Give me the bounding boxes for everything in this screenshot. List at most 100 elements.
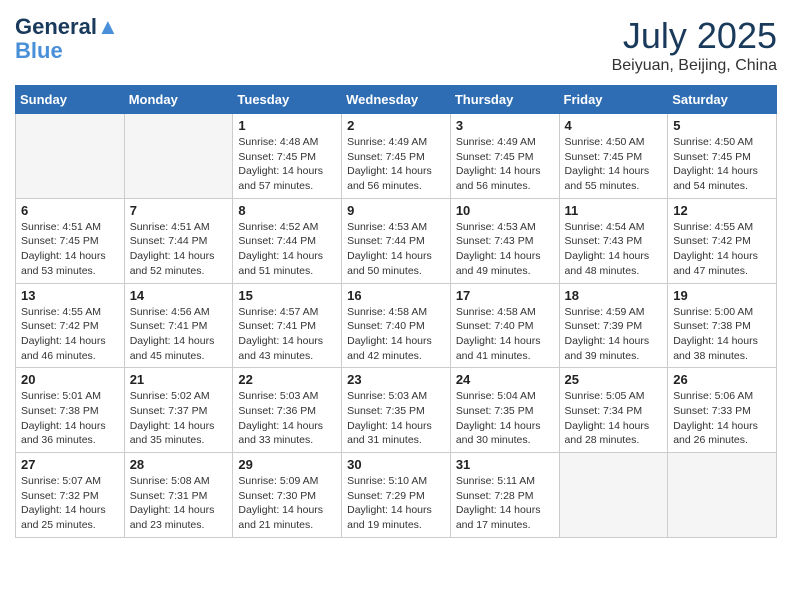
day-number: 2 <box>347 118 445 133</box>
calendar-cell: 15 Sunrise: 4:57 AMSunset: 7:41 PMDayligh… <box>233 283 342 368</box>
day-info: Sunrise: 4:51 AMSunset: 7:45 PMDaylight:… <box>21 220 119 279</box>
day-info: Sunrise: 4:53 AMSunset: 7:44 PMDaylight:… <box>347 220 445 279</box>
calendar-cell <box>16 114 125 199</box>
day-info: Sunrise: 5:11 AMSunset: 7:28 PMDaylight:… <box>456 474 554 533</box>
location-subtitle: Beiyuan, Beijing, China <box>612 57 777 75</box>
day-number: 31 <box>456 457 554 472</box>
day-info: Sunrise: 5:06 AMSunset: 7:33 PMDaylight:… <box>673 389 771 448</box>
day-number: 20 <box>21 372 119 387</box>
day-number: 25 <box>565 372 663 387</box>
page-header: General▲Blue July 2025 Beiyuan, Beijing,… <box>15 15 777 75</box>
day-number: 9 <box>347 203 445 218</box>
logo-text: General▲Blue <box>15 15 119 63</box>
day-info: Sunrise: 5:03 AMSunset: 7:35 PMDaylight:… <box>347 389 445 448</box>
day-number: 30 <box>347 457 445 472</box>
calendar-cell: 17 Sunrise: 4:58 AMSunset: 7:40 PMDayligh… <box>450 283 559 368</box>
calendar-cell: 2 Sunrise: 4:49 AMSunset: 7:45 PMDaylight… <box>342 114 451 199</box>
calendar-cell <box>668 453 777 538</box>
calendar-cell: 29 Sunrise: 5:09 AMSunset: 7:30 PMDayligh… <box>233 453 342 538</box>
day-number: 22 <box>238 372 336 387</box>
calendar-cell: 22 Sunrise: 5:03 AMSunset: 7:36 PMDayligh… <box>233 368 342 453</box>
calendar-cell: 16 Sunrise: 4:58 AMSunset: 7:40 PMDayligh… <box>342 283 451 368</box>
title-section: July 2025 Beiyuan, Beijing, China <box>612 15 777 75</box>
day-info: Sunrise: 4:51 AMSunset: 7:44 PMDaylight:… <box>130 220 228 279</box>
calendar-cell <box>559 453 668 538</box>
day-info: Sunrise: 5:10 AMSunset: 7:29 PMDaylight:… <box>347 474 445 533</box>
day-info: Sunrise: 4:53 AMSunset: 7:43 PMDaylight:… <box>456 220 554 279</box>
day-number: 1 <box>238 118 336 133</box>
day-number: 4 <box>565 118 663 133</box>
day-info: Sunrise: 4:49 AMSunset: 7:45 PMDaylight:… <box>347 135 445 194</box>
calendar-cell: 10 Sunrise: 4:53 AMSunset: 7:43 PMDayligh… <box>450 198 559 283</box>
day-number: 19 <box>673 288 771 303</box>
calendar-cell: 28 Sunrise: 5:08 AMSunset: 7:31 PMDayligh… <box>124 453 233 538</box>
day-number: 10 <box>456 203 554 218</box>
calendar-cell <box>124 114 233 199</box>
calendar-cell: 20 Sunrise: 5:01 AMSunset: 7:38 PMDayligh… <box>16 368 125 453</box>
weekday-header-row: SundayMondayTuesdayWednesdayThursdayFrid… <box>16 86 777 114</box>
day-info: Sunrise: 4:50 AMSunset: 7:45 PMDaylight:… <box>565 135 663 194</box>
day-info: Sunrise: 4:59 AMSunset: 7:39 PMDaylight:… <box>565 305 663 364</box>
day-info: Sunrise: 5:00 AMSunset: 7:38 PMDaylight:… <box>673 305 771 364</box>
calendar-cell: 27Sunrise: 5:07 AMSunset: 7:32 PMDayligh… <box>16 453 125 538</box>
day-info: Sunrise: 4:58 AMSunset: 7:40 PMDaylight:… <box>347 305 445 364</box>
calendar-week-5: 27Sunrise: 5:07 AMSunset: 7:32 PMDayligh… <box>16 453 777 538</box>
weekday-header-saturday: Saturday <box>668 86 777 114</box>
calendar-cell: 14 Sunrise: 4:56 AMSunset: 7:41 PMDayligh… <box>124 283 233 368</box>
calendar-cell: 23 Sunrise: 5:03 AMSunset: 7:35 PMDayligh… <box>342 368 451 453</box>
day-info: Sunrise: 4:50 AMSunset: 7:45 PMDaylight:… <box>673 135 771 194</box>
day-info: Sunrise: 4:55 AMSunset: 7:42 PMDaylight:… <box>21 305 119 364</box>
day-number: 28 <box>130 457 228 472</box>
day-info: Sunrise: 4:58 AMSunset: 7:40 PMDaylight:… <box>456 305 554 364</box>
calendar-cell: 31 Sunrise: 5:11 AMSunset: 7:28 PMDayligh… <box>450 453 559 538</box>
day-info: Sunrise: 5:09 AMSunset: 7:30 PMDaylight:… <box>238 474 336 533</box>
day-info: Sunrise: 4:48 AMSunset: 7:45 PMDaylight:… <box>238 135 336 194</box>
weekday-header-tuesday: Tuesday <box>233 86 342 114</box>
weekday-header-sunday: Sunday <box>16 86 125 114</box>
day-info: Sunrise: 4:55 AMSunset: 7:42 PMDaylight:… <box>673 220 771 279</box>
day-number: 23 <box>347 372 445 387</box>
calendar-cell: 6Sunrise: 4:51 AMSunset: 7:45 PMDaylight… <box>16 198 125 283</box>
calendar-cell: 13Sunrise: 4:55 AMSunset: 7:42 PMDayligh… <box>16 283 125 368</box>
day-info: Sunrise: 5:08 AMSunset: 7:31 PMDaylight:… <box>130 474 228 533</box>
calendar-cell: 12 Sunrise: 4:55 AMSunset: 7:42 PMDayligh… <box>668 198 777 283</box>
day-number: 15 <box>238 288 336 303</box>
day-number: 29 <box>238 457 336 472</box>
calendar-cell: 7 Sunrise: 4:51 AMSunset: 7:44 PMDaylight… <box>124 198 233 283</box>
day-number: 8 <box>238 203 336 218</box>
calendar-cell: 21Sunrise: 5:02 AMSunset: 7:37 PMDayligh… <box>124 368 233 453</box>
calendar-cell: 4 Sunrise: 4:50 AMSunset: 7:45 PMDaylight… <box>559 114 668 199</box>
day-number: 17 <box>456 288 554 303</box>
weekday-header-monday: Monday <box>124 86 233 114</box>
day-number: 11 <box>565 203 663 218</box>
day-info: Sunrise: 5:01 AMSunset: 7:38 PMDaylight:… <box>21 389 119 448</box>
day-number: 7 <box>130 203 228 218</box>
calendar-cell: 26 Sunrise: 5:06 AMSunset: 7:33 PMDayligh… <box>668 368 777 453</box>
day-number: 12 <box>673 203 771 218</box>
calendar-week-3: 13Sunrise: 4:55 AMSunset: 7:42 PMDayligh… <box>16 283 777 368</box>
weekday-header-thursday: Thursday <box>450 86 559 114</box>
day-info: Sunrise: 4:49 AMSunset: 7:45 PMDaylight:… <box>456 135 554 194</box>
calendar-cell: 25 Sunrise: 5:05 AMSunset: 7:34 PMDayligh… <box>559 368 668 453</box>
calendar-cell: 1 Sunrise: 4:48 AMSunset: 7:45 PMDaylight… <box>233 114 342 199</box>
day-info: Sunrise: 4:57 AMSunset: 7:41 PMDaylight:… <box>238 305 336 364</box>
day-info: Sunrise: 4:56 AMSunset: 7:41 PMDaylight:… <box>130 305 228 364</box>
calendar-table: SundayMondayTuesdayWednesdayThursdayFrid… <box>15 85 777 538</box>
day-number: 21 <box>130 372 228 387</box>
day-info: Sunrise: 4:52 AMSunset: 7:44 PMDaylight:… <box>238 220 336 279</box>
calendar-cell: 3 Sunrise: 4:49 AMSunset: 7:45 PMDaylight… <box>450 114 559 199</box>
day-number: 26 <box>673 372 771 387</box>
calendar-cell: 18Sunrise: 4:59 AMSunset: 7:39 PMDayligh… <box>559 283 668 368</box>
logo: General▲Blue <box>15 15 119 63</box>
day-number: 3 <box>456 118 554 133</box>
day-info: Sunrise: 5:03 AMSunset: 7:36 PMDaylight:… <box>238 389 336 448</box>
calendar-cell: 30 Sunrise: 5:10 AMSunset: 7:29 PMDayligh… <box>342 453 451 538</box>
calendar-cell: 8 Sunrise: 4:52 AMSunset: 7:44 PMDaylight… <box>233 198 342 283</box>
calendar-cell: 9 Sunrise: 4:53 AMSunset: 7:44 PMDaylight… <box>342 198 451 283</box>
calendar-week-1: 1 Sunrise: 4:48 AMSunset: 7:45 PMDaylight… <box>16 114 777 199</box>
day-info: Sunrise: 5:07 AMSunset: 7:32 PMDaylight:… <box>21 474 119 533</box>
weekday-header-friday: Friday <box>559 86 668 114</box>
day-info: Sunrise: 5:05 AMSunset: 7:34 PMDaylight:… <box>565 389 663 448</box>
day-number: 16 <box>347 288 445 303</box>
day-number: 14 <box>130 288 228 303</box>
